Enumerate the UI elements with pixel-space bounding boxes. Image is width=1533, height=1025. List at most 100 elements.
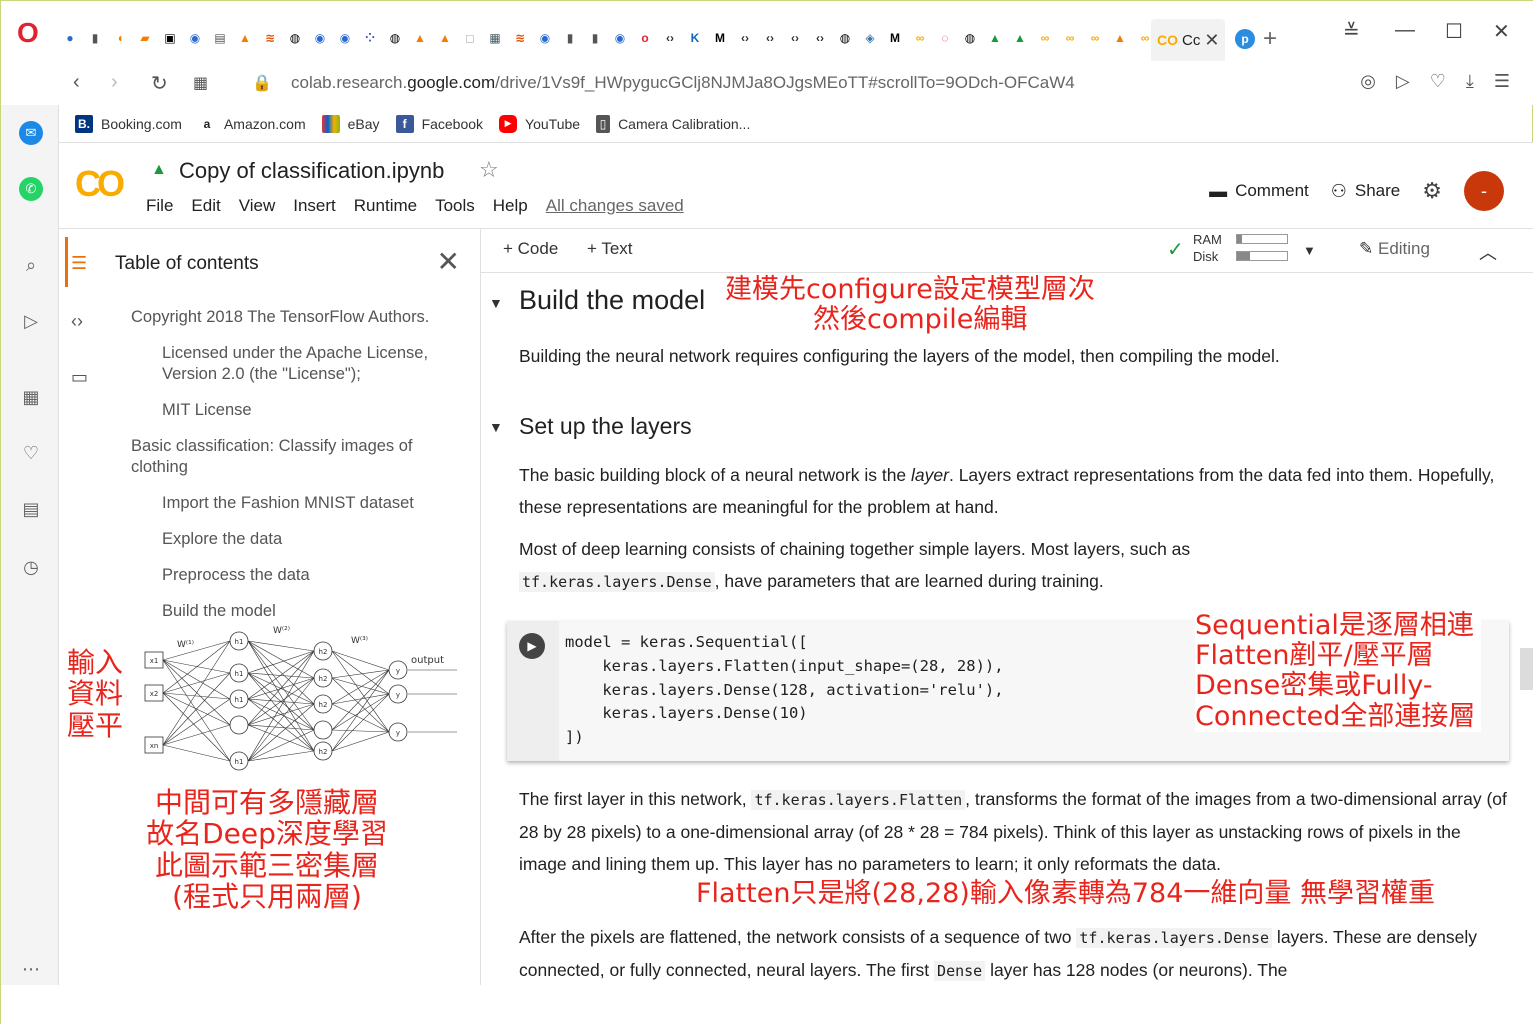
close-window-icon[interactable]: ✕ xyxy=(1493,19,1510,44)
chevron-up-icon[interactable]: ︿ xyxy=(1479,239,1497,265)
doc-title[interactable]: Copy of classification.ipynb xyxy=(179,158,444,184)
tab-favicon[interactable]: ▰ xyxy=(134,27,156,49)
tab-favicon[interactable]: ▲ xyxy=(434,27,456,49)
url-field[interactable]: colab.research.google.com/drive/1Vs9f_HW… xyxy=(291,73,1075,93)
tab-favicon[interactable]: ∞ xyxy=(1059,27,1081,49)
tab-favicon[interactable]: ◍ xyxy=(384,27,406,49)
tab-favicon[interactable]: ▲ xyxy=(234,27,256,49)
tab-menu-icon[interactable]: ≚ xyxy=(1343,19,1360,44)
bookmark-ebay[interactable]: eBay xyxy=(321,114,380,133)
bookmark-booking[interactable]: B. Booking.com xyxy=(75,114,182,133)
tab-favicon[interactable]: ◉ xyxy=(309,27,331,49)
flow-icon[interactable]: ▷ xyxy=(19,309,43,333)
toc-item[interactable]: Explore the data xyxy=(162,529,462,550)
toc-item[interactable]: Build the model xyxy=(162,601,462,622)
tab-favicon[interactable]: ‹› xyxy=(734,27,756,49)
forward-icon[interactable]: › xyxy=(111,71,118,94)
toc-item[interactable]: Copyright 2018 The TensorFlow Authors. xyxy=(131,307,461,328)
tab-favicon[interactable]: ▲ xyxy=(1109,27,1131,49)
resource-monitor[interactable]: RAM Disk xyxy=(1193,231,1222,265)
drive-icon[interactable]: ▲ xyxy=(151,161,167,179)
tab-favicon[interactable]: ◉ xyxy=(534,27,556,49)
heart-icon[interactable]: ♡ xyxy=(1430,71,1446,92)
tab-favicon[interactable]: ◻ xyxy=(459,27,481,49)
chevron-down-icon[interactable]: ▼ xyxy=(1303,243,1316,258)
menu-edit[interactable]: Edit xyxy=(191,196,220,216)
tab-favicon[interactable]: ◍ xyxy=(834,27,856,49)
tab-favicon[interactable]: ◍ xyxy=(284,27,306,49)
bookmark-youtube[interactable]: ▶ YouTube xyxy=(499,114,580,133)
run-cell-button[interactable]: ▶ xyxy=(519,633,545,659)
download-icon[interactable]: ⤓ xyxy=(1466,71,1474,92)
menu-runtime[interactable]: Runtime xyxy=(354,196,417,216)
tab-favicon[interactable]: ◍ xyxy=(959,27,981,49)
search-icon[interactable]: ⌕ xyxy=(19,253,43,277)
snapshot-icon[interactable]: ◎ xyxy=(1360,71,1376,92)
active-tab[interactable]: CO Cc ✕ xyxy=(1151,19,1225,61)
lock-icon[interactable]: 🔒 xyxy=(252,73,272,93)
speed-dial-icon[interactable]: ▦ xyxy=(19,385,43,409)
tab-favicon[interactable]: ‹› xyxy=(659,27,681,49)
colab-logo[interactable]: CO xyxy=(75,163,125,205)
tab-favicon[interactable]: ▮ xyxy=(84,27,106,49)
tab-favicon[interactable]: ▲ xyxy=(1009,27,1031,49)
heart-icon[interactable]: ♡ xyxy=(19,441,43,465)
toc-item[interactable]: MIT License xyxy=(162,400,462,421)
news-icon[interactable]: ▤ xyxy=(19,497,43,521)
saved-status[interactable]: All changes saved xyxy=(546,196,684,216)
tab-favicon[interactable]: ◈ xyxy=(859,27,881,49)
scrollbar[interactable] xyxy=(1520,648,1533,690)
tab-favicon[interactable]: K xyxy=(684,27,706,49)
code-snippets-icon[interactable]: ‹› xyxy=(71,311,83,332)
tab-favicon[interactable]: ◉ xyxy=(609,27,631,49)
tab-favicon[interactable]: ∞ xyxy=(909,27,931,49)
history-icon[interactable]: ◷ xyxy=(19,555,43,579)
folder-icon[interactable]: ▭ xyxy=(71,367,88,388)
menu-tools[interactable]: Tools xyxy=(435,196,475,216)
tab-favicon[interactable]: ▤ xyxy=(209,27,231,49)
back-icon[interactable]: ‹ xyxy=(73,71,80,94)
send-icon[interactable]: ▷ xyxy=(1396,71,1410,92)
tab-favicon[interactable]: ‹› xyxy=(809,27,831,49)
star-icon[interactable]: ☆ xyxy=(479,157,499,183)
code-editor[interactable]: model = keras.Sequential([ keras.layers.… xyxy=(565,631,1004,750)
toc-item[interactable]: Import the Fashion MNIST dataset xyxy=(162,493,462,514)
minimize-icon[interactable]: — xyxy=(1395,19,1415,42)
tab-favicon[interactable]: ◉ xyxy=(184,27,206,49)
tab-favicon[interactable]: ≋ xyxy=(509,27,531,49)
tab-favicon[interactable]: ∞ xyxy=(1084,27,1106,49)
comment-button[interactable]: ▬ Comment xyxy=(1209,181,1309,202)
close-icon[interactable]: ✕ xyxy=(437,245,460,278)
tab-favicon[interactable]: ∞ xyxy=(1034,27,1056,49)
new-tab-icon[interactable]: + xyxy=(1263,25,1277,53)
menu-view[interactable]: View xyxy=(239,196,276,216)
add-code-button[interactable]: + Code xyxy=(503,239,558,259)
tab-favicon[interactable]: ▲ xyxy=(409,27,431,49)
bookmark-facebook[interactable]: f Facebook xyxy=(395,114,483,133)
bookmark-amazon[interactable]: a Amazon.com xyxy=(198,115,306,133)
tab-favicon[interactable]: ‹› xyxy=(759,27,781,49)
tab-favicon[interactable]: ▮ xyxy=(584,27,606,49)
share-button[interactable]: ⚇ Share xyxy=(1331,181,1401,202)
easy-setup-icon[interactable]: ☰ xyxy=(1494,71,1510,92)
tab-favicon[interactable]: ▮ xyxy=(559,27,581,49)
tab-favicon[interactable]: ● xyxy=(59,27,81,49)
editing-button[interactable]: ✎ Editing xyxy=(1359,239,1430,259)
avatar[interactable]: - xyxy=(1464,171,1504,211)
tab-favicon[interactable]: ⁘ xyxy=(359,27,381,49)
tab-favicon[interactable]: M xyxy=(884,27,906,49)
bookmark-camera-calibration[interactable]: ▯ Camera Calibration... xyxy=(596,114,750,133)
collapse-icon[interactable]: ▼ xyxy=(489,419,503,435)
toc-item[interactable]: Basic classification: Classify images of… xyxy=(131,436,451,478)
menu-insert[interactable]: Insert xyxy=(293,196,336,216)
reload-icon[interactable]: ↻ xyxy=(151,71,168,96)
close-tab-icon[interactable]: ✕ xyxy=(1204,30,1219,51)
tab-favicon[interactable]: ◉ xyxy=(334,27,356,49)
maximize-icon[interactable]: ☐ xyxy=(1445,19,1463,44)
gear-icon[interactable]: ⚙ xyxy=(1422,178,1442,204)
tab-favicon[interactable]: ▲ xyxy=(984,27,1006,49)
tab-favicon[interactable]: ◖ xyxy=(109,27,131,49)
messenger-icon[interactable]: ✉ xyxy=(19,121,43,145)
tab-favicon[interactable]: ◌ xyxy=(934,27,956,49)
tab-favicon[interactable]: ▣ xyxy=(159,27,181,49)
